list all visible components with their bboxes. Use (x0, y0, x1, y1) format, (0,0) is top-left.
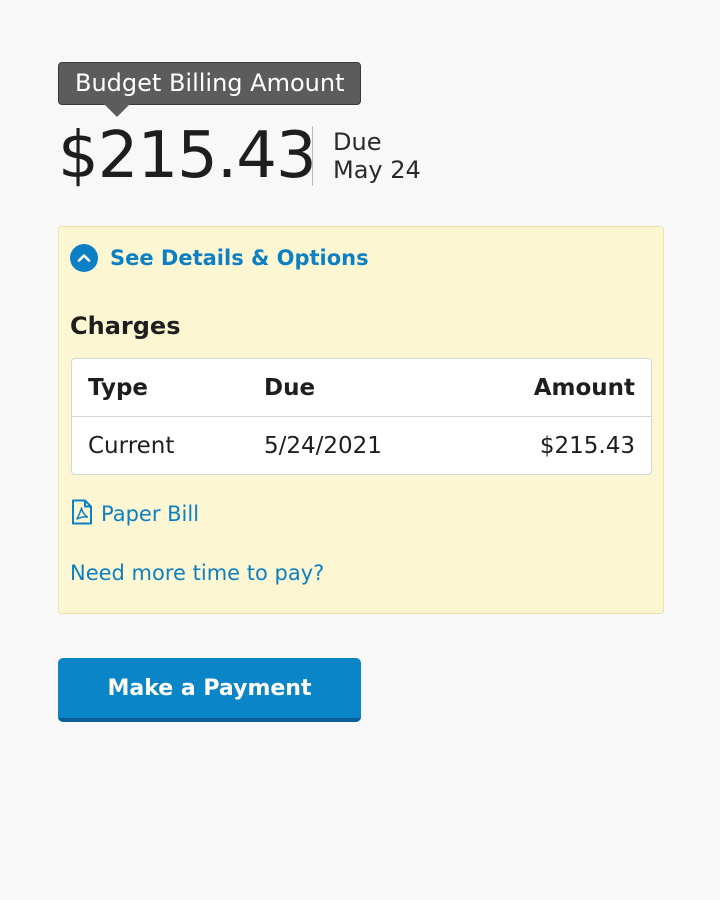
cell-due: 5/24/2021 (264, 433, 382, 459)
column-header-type: Type (88, 375, 149, 401)
billing-summary-page: Budget Billing Amount $215.43 Due May 24… (0, 0, 720, 900)
charges-heading: Charges (70, 312, 181, 340)
details-toggle-label: See Details & Options (110, 246, 369, 270)
paper-bill-link[interactable]: Paper Bill (71, 499, 199, 529)
cell-amount: $215.43 (539, 433, 635, 459)
cell-type: Current (88, 433, 175, 459)
pdf-icon (71, 499, 93, 529)
charges-table: Type Due Amount Current 5/24/2021 $215.4… (71, 358, 652, 475)
details-panel: See Details & Options Charges Type Due A… (58, 226, 664, 614)
due-date: May 24 (333, 156, 421, 184)
column-header-amount: Amount (533, 375, 635, 401)
paper-bill-label: Paper Bill (101, 502, 200, 526)
amount-divider (312, 126, 313, 186)
details-toggle[interactable]: See Details & Options (70, 244, 369, 272)
due-date-block: Due May 24 (333, 128, 421, 184)
budget-billing-tooltip: Budget Billing Amount (58, 62, 362, 117)
due-label: Due (333, 128, 382, 156)
amount-due: $215.43 (58, 119, 317, 193)
table-header-row: Type Due Amount (72, 359, 651, 417)
make-payment-button[interactable]: Make a Payment (58, 658, 361, 722)
table-row: Current 5/24/2021 $215.43 (72, 417, 651, 474)
chevron-up-icon (70, 244, 98, 272)
column-header-due: Due (264, 375, 316, 401)
need-more-time-link[interactable]: Need more time to pay? (70, 558, 324, 588)
